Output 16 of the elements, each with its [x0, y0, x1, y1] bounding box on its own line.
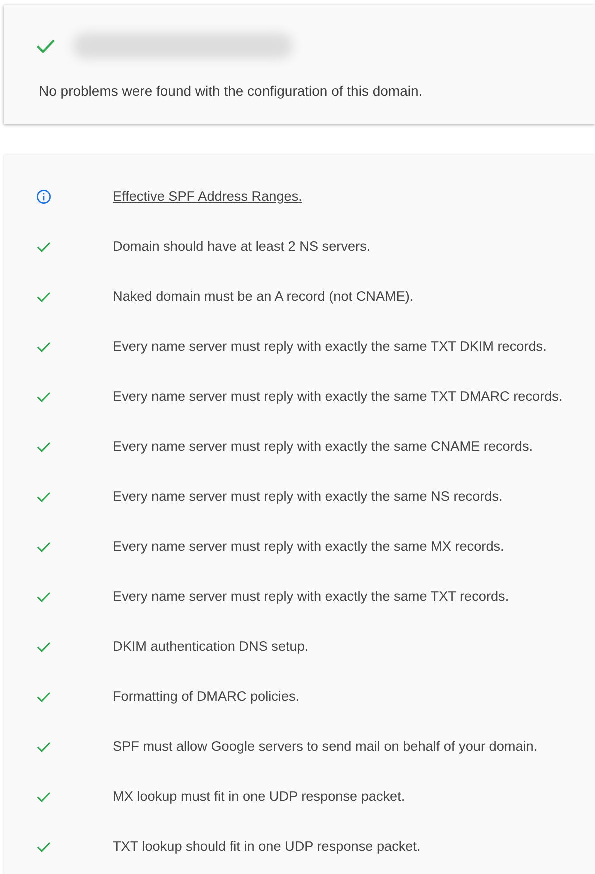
check-text: Every name server must reply with exactly the same TXT DMARC records. [113, 388, 563, 406]
check-link[interactable]: Effective SPF Address Ranges. [113, 186, 302, 208]
check-text: Domain should have at least 2 NS servers. [113, 238, 371, 256]
status-message: No problems were found with the configuration of this domain. [39, 82, 424, 101]
check-text: SPF must allow Google servers to send mail on behalf of your domain. [113, 738, 538, 756]
check-text: Every name server must reply with exactly the same MX records. [113, 538, 504, 556]
check-text: Every name server must reply with exactly the same TXT records. [113, 588, 510, 606]
check-text: Naked domain must be an A record (not CNAME). [113, 288, 414, 306]
check-text: DKIM authentication DNS setup. [113, 638, 309, 656]
check-text: Every name server must reply with exactly the same TXT DKIM records. [113, 338, 547, 356]
check-text: Formatting of DMARC policies. [113, 688, 300, 706]
info-icon [36, 189, 52, 205]
check-text: MX lookup must fit in one UDP response packet. [113, 788, 406, 806]
check-text: Every name server must reply with exactly the same NS records. [113, 488, 503, 506]
check-text: TXT lookup should fit in one UDP response packet. [113, 838, 421, 856]
check-text: Every name server must reply with exactly the same CNAME records. [113, 438, 534, 456]
